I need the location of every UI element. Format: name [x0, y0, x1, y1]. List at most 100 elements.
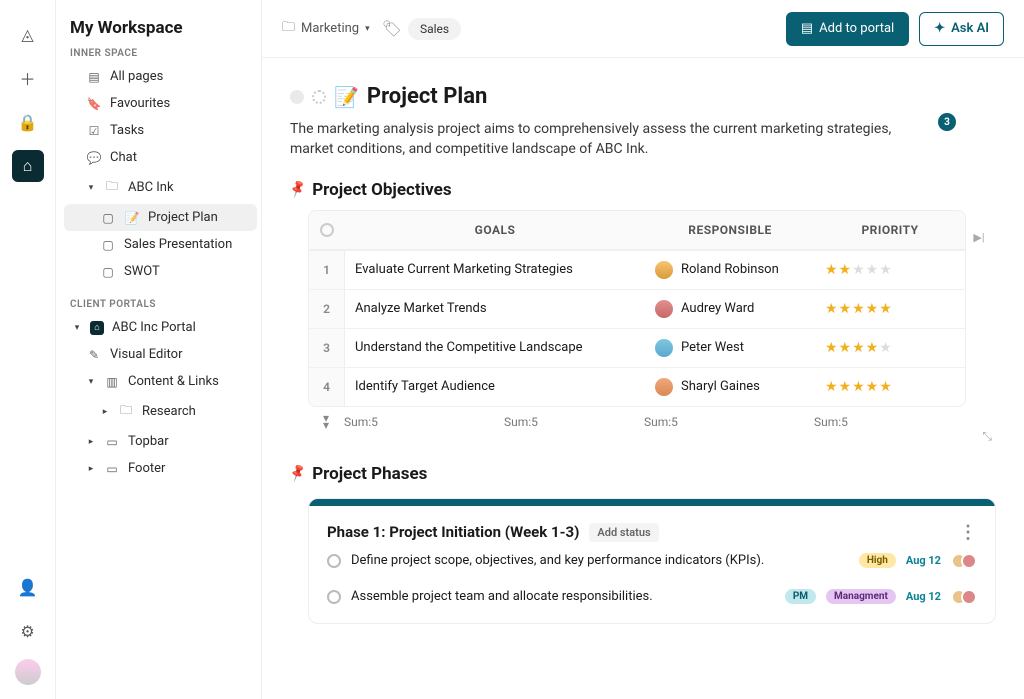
resize-handle-icon[interactable]: ⤡ — [308, 429, 996, 444]
sidebar-item-label: Footer — [128, 461, 165, 476]
emoji-picker[interactable] — [312, 90, 326, 104]
assignee-avatars[interactable] — [951, 553, 977, 569]
portal-icon: ⌂ — [90, 321, 104, 335]
cell-responsible[interactable]: Audrey Ward — [645, 289, 815, 328]
avatar — [655, 261, 673, 279]
task-text: Define project scope, objectives, and ke… — [351, 553, 849, 568]
cell-priority[interactable]: ★★★★★ — [815, 250, 965, 289]
sidebar-item-label: All pages — [110, 69, 163, 84]
sidebar-item-topbar[interactable]: ▸ ▭ Topbar — [64, 428, 257, 455]
sidebar-item-label: SWOT — [124, 264, 160, 279]
add-status-button[interactable]: Add status — [589, 523, 658, 542]
cell-goal[interactable]: Evaluate Current Marketing Strategies — [345, 250, 645, 289]
pin-icon: 📌 — [288, 179, 309, 199]
chevron-down-icon: ▾ — [365, 24, 370, 34]
table-row[interactable]: 3Understand the Competitive LandscapePet… — [309, 328, 965, 367]
lock-icon[interactable]: 🔒 — [12, 106, 44, 138]
tag-pill[interactable]: Managment — [826, 589, 896, 604]
chevron-right-icon: ▸ — [100, 407, 110, 417]
assignee-avatars[interactable] — [951, 589, 977, 605]
ask-ai-button[interactable]: ✦ Ask AI — [919, 12, 1004, 46]
row-number: 1 — [309, 250, 345, 289]
cell-responsible[interactable]: Sharyl Gaines — [645, 367, 815, 406]
sidebar-item-project-plan[interactable]: ▢ 📝 Project Plan — [64, 204, 257, 231]
task-date[interactable]: Aug 12 — [906, 554, 941, 567]
button-label: Add to portal — [819, 21, 894, 36]
sidebar-item-footer[interactable]: ▸ ▭ Footer — [64, 455, 257, 482]
sidebar-item-tasks[interactable]: ☑ Tasks — [64, 117, 257, 144]
page-icon: ▢ — [100, 265, 116, 279]
expand-columns-icon[interactable]: ▶| — [973, 231, 984, 244]
button-label: Ask AI — [951, 21, 989, 36]
tag-pill[interactable]: PM — [785, 589, 816, 604]
phase-title: Phase 1: Project Initiation (Week 1-3) — [327, 523, 579, 541]
profile-avatar[interactable] — [15, 659, 41, 685]
sidebar-item-label: Visual Editor — [110, 347, 182, 362]
column-priority[interactable]: PRIORITY — [815, 211, 965, 250]
cell-priority[interactable]: ★★★★★ — [815, 328, 965, 367]
table-row[interactable]: 2Analyze Market TrendsAudrey Ward★★★★★ — [309, 289, 965, 328]
sidebar-item-visual-editor[interactable]: ✎ Visual Editor — [64, 341, 257, 368]
comment-count-badge[interactable]: 3 — [938, 113, 956, 131]
chevron-down-icon: ▾ — [86, 183, 96, 193]
avatar — [655, 339, 673, 357]
gear-icon[interactable]: ⚙ — [12, 615, 44, 647]
collapse-icon[interactable]: ▾▾ — [323, 415, 329, 429]
page-icon: ▢ — [100, 211, 116, 225]
breadcrumb[interactable]: 🗀 Marketing ▾ — [282, 18, 370, 40]
column-goals[interactable]: GOALS — [345, 211, 645, 250]
tag-sales[interactable]: Sales — [408, 18, 461, 40]
add-icon[interactable]: ＋ — [12, 62, 44, 94]
task-checkbox[interactable] — [327, 590, 341, 604]
sidebar-item-label: ABC Inc Portal — [112, 320, 196, 335]
sidebar-item-label: Tasks — [110, 123, 144, 138]
pages-icon: ▤ — [86, 70, 102, 84]
chevron-right-icon: ▸ — [86, 464, 96, 474]
sidebar-item-content-links[interactable]: ▾ ▥ Content & Links — [64, 368, 257, 395]
section-inner-space: INNER SPACE — [64, 48, 257, 63]
task-date[interactable]: Aug 12 — [906, 590, 941, 603]
layout-icon: ▭ — [104, 462, 120, 476]
sidebar-item-abc-portal[interactable]: ▾ ⌂ ABC Inc Portal — [64, 314, 257, 341]
logo-icon[interactable]: ◬ — [12, 18, 44, 50]
sidebar-item-chat[interactable]: 💬 Chat — [64, 144, 257, 171]
avatar — [655, 378, 673, 396]
sum-2: Sum:5 — [504, 415, 644, 429]
cell-priority[interactable]: ★★★★★ — [815, 289, 965, 328]
sum-goals: Sum:5 — [344, 415, 504, 429]
column-responsible[interactable]: RESPONSIBLE — [645, 211, 815, 250]
sidebar-item-all-pages[interactable]: ▤ All pages — [64, 63, 257, 90]
cell-responsible[interactable]: Peter West — [645, 328, 815, 367]
status-dot[interactable] — [290, 90, 304, 104]
folder-icon: 🗀 — [282, 18, 295, 40]
add-to-portal-button[interactable]: ▤ Add to portal — [786, 12, 909, 46]
sidebar-item-favourites[interactable]: 🔖 Favourites — [64, 90, 257, 117]
cell-goal[interactable]: Understand the Competitive Landscape — [345, 328, 645, 367]
sidebar-item-research[interactable]: ▸ 🗀 Research — [64, 395, 257, 428]
select-all-checkbox[interactable] — [309, 211, 345, 250]
tag-pill[interactable]: High — [859, 553, 896, 568]
cell-goal[interactable]: Identify Target Audience — [345, 367, 645, 406]
sidebar: My Workspace INNER SPACE ▤ All pages 🔖 F… — [56, 0, 261, 699]
task-item[interactable]: Define project scope, objectives, and ke… — [327, 543, 977, 579]
cell-goal[interactable]: Analyze Market Trends — [345, 289, 645, 328]
sparkle-icon: ✦ — [934, 21, 945, 36]
sidebar-item-sales-presentation[interactable]: ▢ Sales Presentation — [64, 231, 257, 258]
row-number: 2 — [309, 289, 345, 328]
chat-icon: 💬 — [86, 151, 102, 165]
section-phases-heading: 📌 Project Phases — [290, 464, 996, 484]
more-icon[interactable]: ⋮ — [959, 522, 977, 543]
home-icon[interactable]: ⌂ — [12, 150, 44, 182]
cell-priority[interactable]: ★★★★★ — [815, 367, 965, 406]
page-icon: ▢ — [100, 238, 116, 252]
user-settings-icon[interactable]: 👤 — [12, 571, 44, 603]
task-item[interactable]: Assemble project team and allocate respo… — [327, 579, 977, 615]
row-number: 3 — [309, 328, 345, 367]
sidebar-item-abc-ink[interactable]: ▾ 🗀 ABC Ink — [64, 171, 257, 204]
table-row[interactable]: 4Identify Target AudienceSharyl Gaines★★… — [309, 367, 965, 406]
cell-responsible[interactable]: Roland Robinson — [645, 250, 815, 289]
sidebar-item-swot[interactable]: ▢ SWOT — [64, 258, 257, 285]
chevron-down-icon: ▾ — [86, 377, 96, 387]
table-row[interactable]: 1Evaluate Current Marketing StrategiesRo… — [309, 250, 965, 289]
task-checkbox[interactable] — [327, 554, 341, 568]
